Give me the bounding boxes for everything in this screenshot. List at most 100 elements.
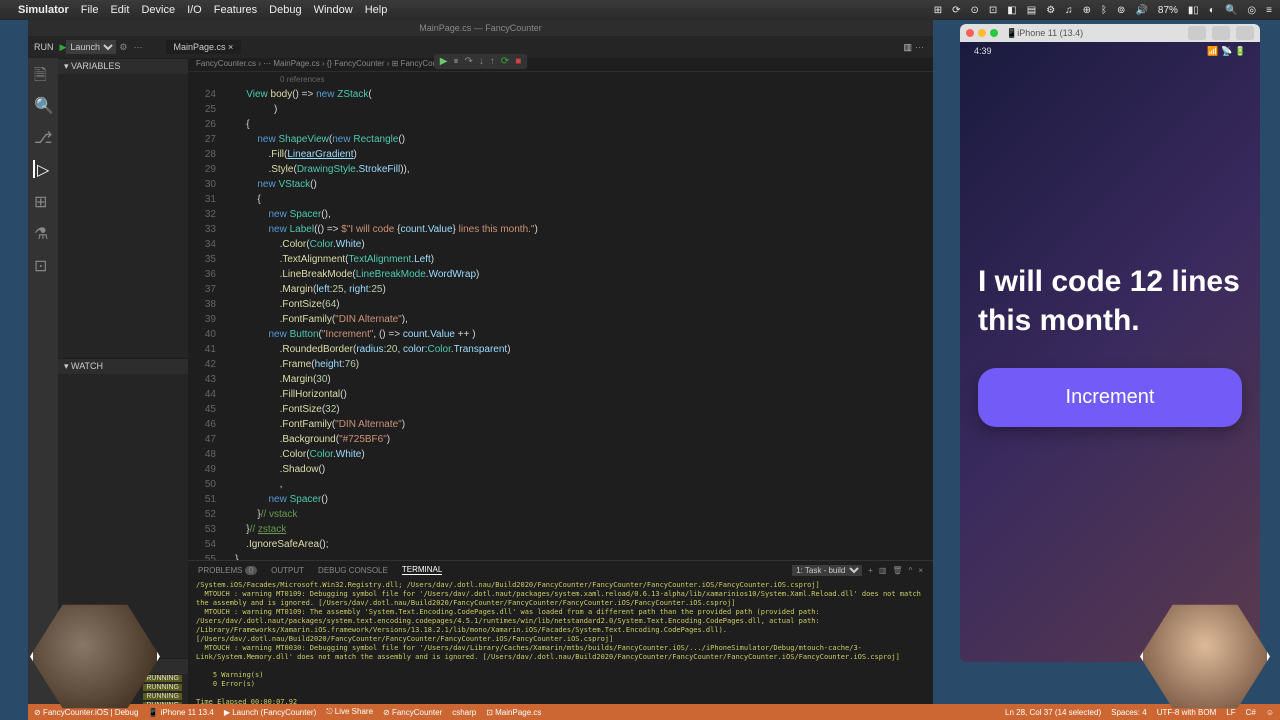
remote-icon[interactable]: ⊡ [34,256,52,274]
status-device[interactable]: 📱 iPhone 11 13.4 [148,708,213,717]
ellipsis-icon[interactable]: ⋯ [134,42,143,53]
menu-features[interactable]: Features [214,4,257,16]
code-line[interactable]: .Margin(30) [224,372,933,387]
split-editor-icon[interactable]: ▥ [903,42,912,53]
status-encoding[interactable]: UTF-8 with BOM [1157,708,1217,717]
close-window-icon[interactable] [966,29,974,37]
panel-tab-output[interactable]: OUTPUT [271,566,304,575]
debug-step-into-icon[interactable]: ↓ [479,56,484,67]
code-line[interactable]: }// vstack [224,507,933,522]
code-line[interactable]: ) [224,102,933,117]
status-indent[interactable]: Spaces: 4 [1111,708,1147,717]
code-line[interactable]: new ShapeView(new Rectangle() [224,132,933,147]
status-feedback-icon[interactable]: ☺ [1266,708,1274,717]
menubar-tray-icon[interactable]: ⊕ [1083,5,1091,16]
menubar-tray-icon[interactable]: ▤ [1027,5,1036,16]
menubar-wifi-icon[interactable]: ⊚ [1117,5,1125,16]
variables-section[interactable]: ▾ VARIABLES [58,58,188,74]
minimize-window-icon[interactable] [978,29,986,37]
status-project[interactable]: ⊘ FancyCounter.iOS | Debug [34,708,138,717]
code-line[interactable]: View body() => new ZStack( [224,87,933,102]
menu-io[interactable]: I/O [187,4,202,16]
menubar-notifications-icon[interactable]: ≡ [1266,5,1272,16]
zoom-window-icon[interactable] [990,29,998,37]
code-line[interactable]: { [224,192,933,207]
menubar-tray-icon[interactable]: ♫ [1065,5,1073,16]
code-line[interactable]: .FontSize(64) [224,297,933,312]
code-line[interactable]: }// zstack [224,522,933,537]
menubar-battery[interactable]: 87% [1158,5,1178,16]
menubar-clock-icon[interactable]: ◐ [1209,5,1215,16]
status-language[interactable]: C# [1246,708,1256,717]
kill-terminal-icon[interactable]: 🗑 [892,566,902,575]
increment-button[interactable]: Increment [978,368,1242,427]
menubar-tray-icon[interactable]: ◧ [1007,5,1016,16]
code-line[interactable]: .FontSize(32) [224,402,933,417]
debug-stop-icon[interactable]: ■ [515,56,521,67]
code-line[interactable]: new Label(() => $"I will code {count.Val… [224,222,933,237]
terminal-output[interactable]: /System.iOS/Facades/Microsoft.Win32.Regi… [188,579,933,710]
status-cursor[interactable]: Ln 28, Col 37 (14 selected) [1005,708,1101,717]
code-line[interactable]: new VStack() [224,177,933,192]
panel-tab-terminal[interactable]: TERMINAL [402,565,442,575]
status-launch[interactable]: ▶ Launch (FancyCounter) [224,708,316,717]
code-line[interactable]: new Spacer() [224,492,933,507]
code-line[interactable]: .TextAlignment(TextAlignment.Left) [224,252,933,267]
menubar-bluetooth-icon[interactable]: ᛒ [1101,5,1107,16]
test-icon[interactable]: ⚗ [34,224,52,242]
debug-step-out-icon[interactable]: ↑ [490,56,495,67]
menubar-siri-icon[interactable]: ◎ [1247,5,1256,16]
maximize-panel-icon[interactable]: ^ [909,566,913,575]
debug-pause-icon[interactable]: ⏸ [453,56,458,67]
code-line[interactable]: .Margin(left:25, right:25) [224,282,933,297]
status-liveshare[interactable]: ⎋ Live Share [326,707,373,717]
code-line[interactable]: .Color(Color.White) [224,237,933,252]
search-icon[interactable]: 🔍 [34,96,52,114]
code-line[interactable]: .FillHorizontal() [224,387,933,402]
code-line[interactable]: .Fill(LinearGradient) [224,147,933,162]
simulator-screen[interactable]: 4:39 📶 📡 🔋 I will code 12 lines this mon… [960,42,1260,662]
debug-continue-icon[interactable]: ▶ [440,56,448,67]
menu-debug[interactable]: Debug [269,4,301,16]
code-line[interactable]: .Background("#725BF6") [224,432,933,447]
code-line[interactable]: { [224,117,933,132]
code-line[interactable]: .Style(DrawingStyle.StrokeFill)), [224,162,933,177]
status-language-server[interactable]: csharp [452,708,476,717]
status-eol[interactable]: LF [1226,708,1235,717]
menu-device[interactable]: Device [141,4,175,16]
more-icon[interactable]: ⋯ [915,42,924,53]
menu-edit[interactable]: Edit [110,4,129,16]
gear-icon[interactable]: ⚙ [119,42,127,53]
code-line[interactable]: .FontFamily("DIN Alternate"), [224,312,933,327]
simulator-titlebar[interactable]: 📱 iPhone 11 (13.4) [960,24,1260,42]
watch-section[interactable]: ▾ WATCH [58,358,188,374]
status-solution[interactable]: ⊘ FancyCounter [383,708,442,717]
menu-help[interactable]: Help [365,4,388,16]
menu-window[interactable]: Window [314,4,353,16]
breadcrumb[interactable]: FancyCounter.cs › ⋯ MainPage.cs › {} Fan… [188,58,933,72]
explorer-icon[interactable]: 🗎 [34,64,52,82]
menubar-search-icon[interactable]: 🔍 [1225,5,1237,16]
code-line[interactable]: .Color(Color.White) [224,447,933,462]
menubar-tray-icon[interactable]: ⟳ [952,5,960,16]
menubar-tray-icon[interactable]: ⊡ [989,5,997,16]
screenshot-icon[interactable] [1188,26,1206,40]
panel-tab-problems[interactable]: PROBLEMS 0 [198,566,257,575]
menu-file[interactable]: File [81,4,99,16]
run-debug-icon[interactable]: ▷ [33,160,51,178]
home-icon[interactable] [1212,26,1230,40]
debug-toolbar[interactable]: ▶ ⏸ ↷ ↓ ↑ ⟳ ■ [434,54,528,69]
code-line[interactable]: .LineBreakMode(LineBreakMode.WordWrap) [224,267,933,282]
code-line[interactable]: .Shadow() [224,462,933,477]
code-line[interactable]: .RoundedBorder(radius:20, color:Color.Tr… [224,342,933,357]
code-line[interactable]: .FontFamily("DIN Alternate") [224,417,933,432]
terminal-task-select[interactable]: 1: Task - build [792,565,862,576]
run-config-select[interactable]: Launch [66,40,116,54]
code-line[interactable]: , [224,477,933,492]
run-start-icon[interactable]: ▶ [60,42,67,53]
code-line[interactable]: .Frame(height:76) [224,357,933,372]
new-terminal-icon[interactable]: + [868,566,873,575]
menubar-tray-icon[interactable]: ⊞ [934,5,942,16]
code-line[interactable]: new Spacer(), [224,207,933,222]
split-terminal-icon[interactable]: ▥ [879,566,887,575]
